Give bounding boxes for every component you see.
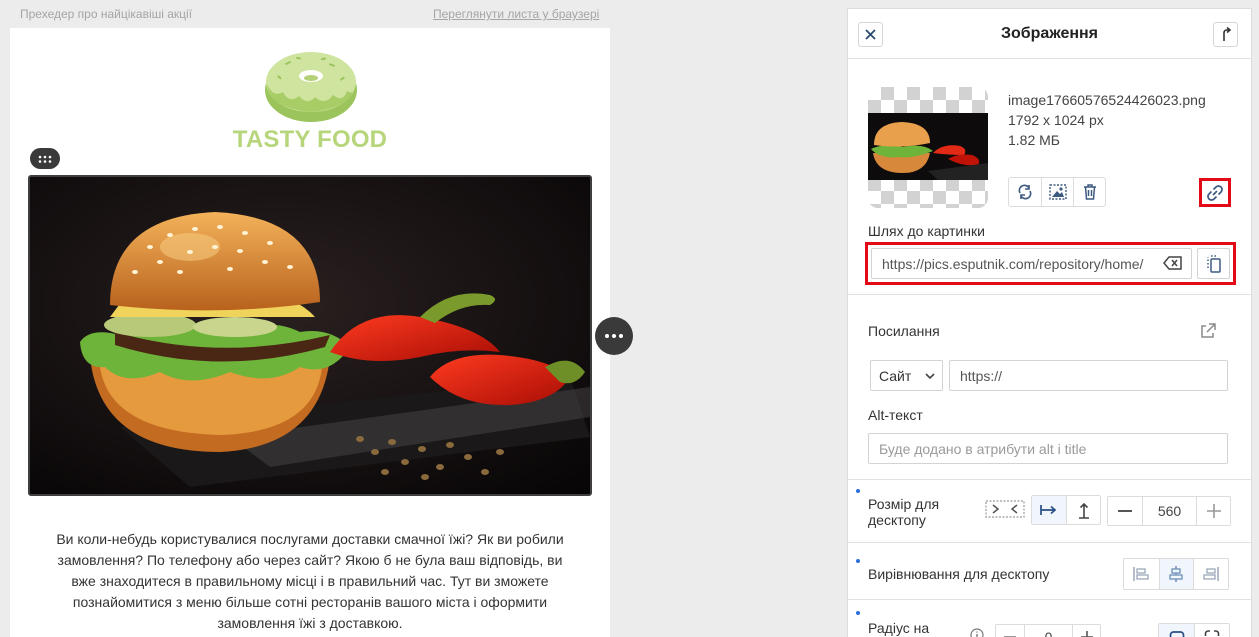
divider [848,294,1251,295]
file-size: 1.82 МБ [1008,132,1060,148]
fit-icon[interactable] [985,500,1025,523]
alt-text-input[interactable]: Буде додано в атрибути alt і title [868,433,1228,464]
alt-text-label: Alt-текст [868,407,923,423]
radius-label: Радіус на [868,620,930,636]
image-tools [1008,177,1106,207]
align-left-icon[interactable] [1124,559,1159,589]
divider [848,542,1251,543]
align-right-icon[interactable] [1193,559,1228,589]
size-label-line2: десктопу [868,512,926,528]
height-icon[interactable] [1066,496,1100,524]
size-label: Розмір для десктопу [868,496,939,528]
radius-value-input[interactable]: 0 [1024,625,1072,637]
size-value-input[interactable]: 560 [1142,497,1196,525]
more-icon[interactable] [595,317,633,355]
body-paragraph: Ви коли-небудь користувалися послугами д… [56,531,564,631]
width-icon[interactable] [1032,496,1066,524]
divider [848,599,1251,600]
minus-icon[interactable] [996,625,1024,637]
radius-mode-toggle [1158,623,1230,637]
align-toggle [1123,558,1229,590]
divider [848,479,1251,480]
file-name: image17660576524426023.png [1008,92,1206,108]
align-center-icon[interactable] [1158,559,1194,589]
radius-stepper: 0 [995,624,1101,637]
plus-icon[interactable] [1196,497,1230,525]
image-path-label: Шлях до картинки [868,223,985,239]
radius-value: 0 [1044,629,1053,637]
hero-image[interactable] [28,175,592,496]
panel-title: Зображення [1000,25,1099,42]
image-thumbnail [868,87,988,208]
copy-icon[interactable] [1197,248,1230,279]
link-type-value: Сайт [879,368,912,384]
trash-icon[interactable] [1073,178,1105,206]
info-icon[interactable] [970,628,984,637]
size-stepper: 560 [1107,496,1231,526]
chevron-down-icon [925,373,935,380]
desktop-indicator-dot [856,611,860,615]
desktop-indicator-dot [856,559,860,563]
radius-each-corner-icon[interactable] [1194,624,1229,637]
link-icon[interactable] [1199,178,1231,207]
file-dimensions: 1792 x 1024 px [1008,112,1104,128]
link-type-select[interactable]: Сайт [870,360,943,391]
size-mode-toggle [1031,495,1101,525]
link-label: Посилання [868,323,940,339]
image-path-highlight: https://pics.esputnik.com/repository/hom… [865,242,1236,285]
drag-handle-icon[interactable] [30,148,60,169]
plus-icon[interactable] [1072,625,1100,637]
image-path-input[interactable]: https://pics.esputnik.com/repository/hom… [871,248,1192,279]
minus-icon[interactable] [1108,497,1142,525]
size-value: 560 [1157,503,1182,519]
share-icon[interactable] [1213,22,1238,47]
image-settings-panel: Зображення image17660576524426023.png 17… [847,8,1252,637]
email-canvas: TASTY FOOD Ви коли-небудь користувалися … [10,28,610,637]
replace-icon[interactable] [1009,178,1041,206]
file-info: image17660576524426023.png 1792 x 1024 p… [1008,90,1206,150]
external-link-icon[interactable] [1200,322,1217,344]
panel-header: Зображення [848,9,1251,59]
brand-name: TASTY FOOD [232,126,388,153]
preheader-text: Прехедер про найцікавіші акції [20,7,193,21]
crop-icon[interactable] [1041,178,1073,206]
donut-logo [265,52,357,122]
size-label-line1: Розмір для [868,496,940,512]
view-in-browser-link[interactable]: Переглянути листа у браузері [433,7,599,21]
align-label: Вирівнювання для десктопу [868,566,1050,582]
link-url-input[interactable]: https:// [949,360,1228,391]
desktop-indicator-dot [856,489,860,493]
radius-all-corners-icon[interactable] [1159,624,1194,637]
